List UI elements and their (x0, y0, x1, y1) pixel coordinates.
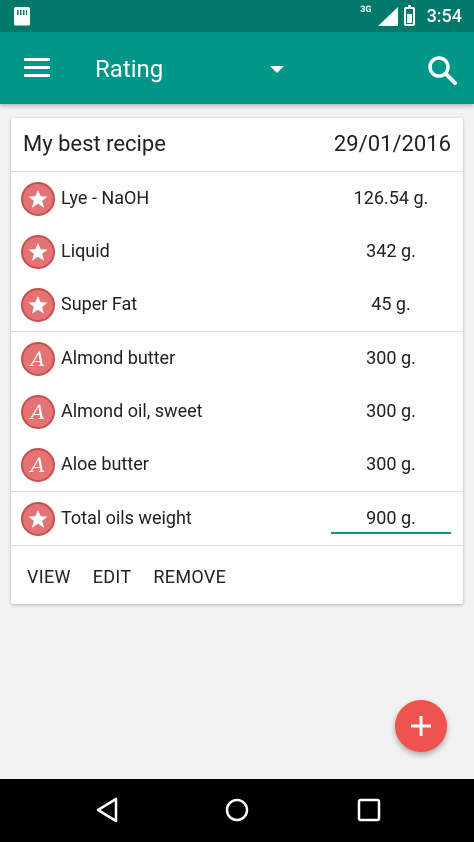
view-button[interactable]: VIEW (27, 567, 71, 588)
item-value: 300 g. (366, 348, 416, 369)
item-label: Lye - NaOH (61, 188, 150, 209)
item-label: Liquid (61, 241, 110, 262)
clock: 3:54 (426, 5, 462, 27)
star-icon (21, 181, 55, 216)
list-item: A Almond oil, sweet 300 g. (11, 385, 463, 438)
oil-ingredients: A Almond butter 300 g. A Almond oil, swe… (11, 332, 463, 492)
item-value: 45 g. (371, 294, 411, 315)
edit-button[interactable]: EDIT (93, 567, 132, 588)
item-label: Almond butter (61, 348, 176, 369)
list-item: A Aloe butter 300 g. (11, 438, 463, 491)
recipe-header[interactable]: My best recipe 29/01/2016 (11, 118, 463, 172)
spinner-label: Rating (95, 55, 164, 83)
total-weight-field[interactable]: 900 g. (331, 506, 451, 534)
plus-icon (411, 716, 431, 736)
item-value: 342 g. (366, 241, 416, 262)
remove-button[interactable]: REMOVE (153, 567, 226, 588)
item-value: 300 g. (366, 401, 416, 422)
search-icon[interactable] (426, 54, 458, 86)
star-icon (21, 287, 55, 322)
item-label: Aloe butter (61, 454, 149, 475)
letter-a-icon: A (21, 394, 55, 429)
status-indicators: 3G 3:54 (360, 4, 462, 27)
menu-icon[interactable] (24, 58, 50, 78)
status-bar: 3G 3:54 (0, 0, 474, 32)
letter-a-icon: A (21, 447, 55, 482)
total-label: Total oils weight (61, 508, 192, 529)
list-item: Liquid 342 g. (11, 225, 463, 278)
list-item: A Almond butter 300 g. (11, 332, 463, 385)
recent-apps-icon[interactable] (356, 797, 382, 823)
network-type: 3G (360, 5, 372, 15)
back-icon[interactable] (94, 797, 120, 823)
list-item: Super Fat 45 g. (11, 278, 463, 331)
home-icon[interactable] (224, 797, 250, 823)
add-recipe-button[interactable] (395, 700, 447, 752)
letter-a-icon: A (21, 341, 55, 376)
card-actions: VIEW EDIT REMOVE (11, 546, 463, 608)
item-label: Super Fat (61, 294, 138, 315)
signal-icon (377, 6, 398, 26)
app-bar: Rating (0, 32, 474, 104)
recipe-card: My best recipe 29/01/2016 Lye - NaOH 126… (11, 118, 463, 604)
sd-card-icon (14, 6, 30, 26)
item-value: 300 g. (366, 454, 416, 475)
list-item: Lye - NaOH 126.54 g. (11, 172, 463, 225)
recipe-date: 29/01/2016 (333, 132, 451, 157)
navigation-bar (0, 779, 474, 842)
recipe-name: My best recipe (23, 132, 166, 157)
battery-icon (403, 4, 415, 26)
sort-spinner[interactable]: Rating (80, 46, 300, 92)
dropdown-caret-icon (270, 65, 284, 73)
total-section: Total oils weight 900 g. (11, 492, 463, 546)
star-icon (21, 234, 55, 269)
item-value: 126.54 g. (353, 188, 429, 209)
star-icon (21, 501, 55, 536)
total-row: Total oils weight 900 g. (11, 492, 463, 545)
item-label: Almond oil, sweet (61, 401, 203, 422)
base-ingredients: Lye - NaOH 126.54 g. Liquid 342 g. Super… (11, 172, 463, 332)
